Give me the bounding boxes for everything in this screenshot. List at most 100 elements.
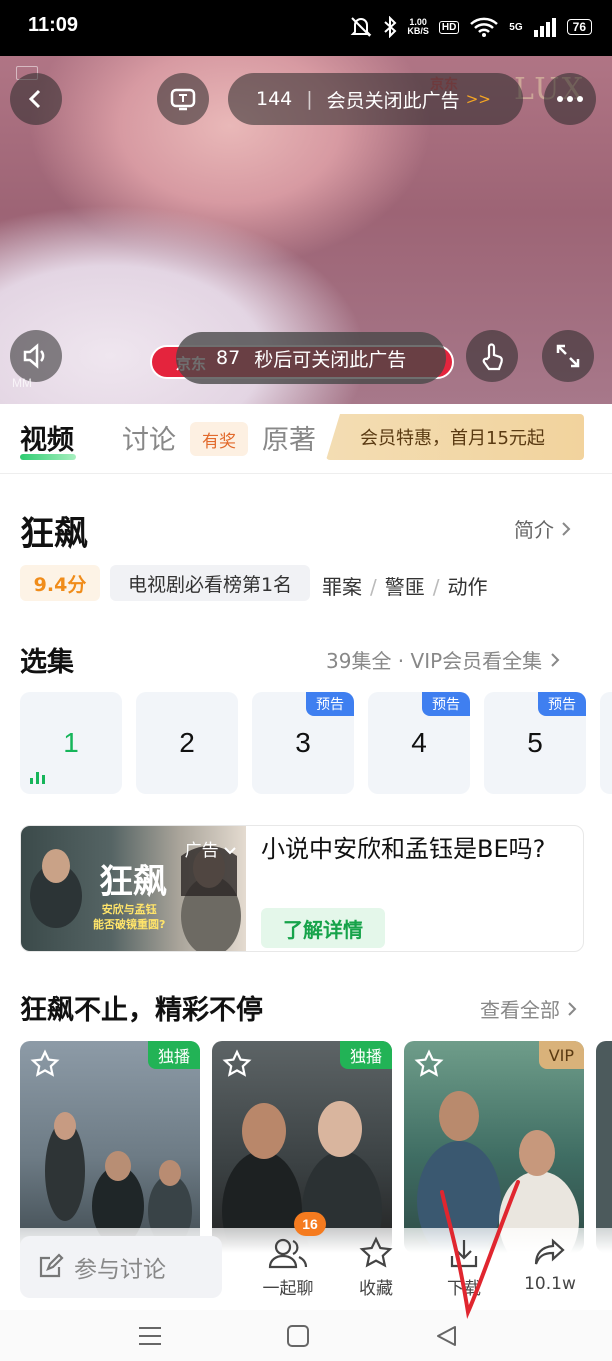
more-button[interactable] [544, 73, 596, 125]
chevron-right-icon [568, 1002, 577, 1016]
signal-icon [533, 18, 556, 37]
ad-close-pill[interactable]: 144 | 会员关闭此广告 >> [228, 73, 523, 125]
star-icon[interactable] [414, 1049, 444, 1079]
preview-badge: 预告 [306, 692, 354, 716]
wifi-icon [470, 17, 499, 37]
star-icon[interactable] [30, 1049, 60, 1079]
home-icon[interactable] [286, 1324, 310, 1348]
recommend-poster-1[interactable]: 独播 [20, 1041, 200, 1253]
content-tabs: 视频 讨论 有奖 原著 会员特惠，首月15元起 [0, 404, 612, 474]
learn-more-button[interactable]: 了解详情 [261, 908, 385, 948]
gesture-button[interactable] [466, 330, 518, 382]
genre-tag[interactable]: 罪案 [322, 575, 362, 599]
download-button[interactable]: 下载 [424, 1236, 504, 1299]
download-icon [450, 1240, 478, 1268]
episode-tile-2[interactable]: 2 [136, 692, 238, 794]
volume-button[interactable] [10, 330, 62, 382]
ad-close-arrows: >> [465, 90, 491, 108]
ad-poster-image: 狂飙 安欣与孟钰 能否破镜重圆? 广告 [21, 826, 246, 951]
cast-tv-button[interactable] [157, 73, 209, 125]
ad-countdown: 144 [256, 88, 293, 110]
status-icons: 1.00 KB/S HD 5G 76 [349, 16, 592, 38]
chat-label: 一起聊 [262, 1279, 314, 1299]
episodes-summary: 39集全 · VIP会员看全集 [326, 649, 543, 673]
status-time: 11:09 [28, 14, 79, 36]
exclusive-tag: 独播 [147, 1041, 200, 1069]
episode-number: 5 [527, 727, 543, 758]
divider: / [370, 575, 377, 599]
tab-original[interactable]: 原著 [262, 418, 316, 457]
episode-number: 4 [411, 727, 427, 758]
mute-icon [350, 17, 372, 37]
discussion-input[interactable]: 参与讨论 [20, 1236, 222, 1298]
intro-label: 简介 [514, 518, 554, 542]
chevron-down-icon [224, 847, 236, 855]
bottom-action-bar: 参与讨论 一起聊 16 收藏 下载 10.1w [0, 1212, 612, 1310]
ad-close-text: 会员关闭此广告 [326, 89, 460, 112]
preview-badge: 预告 [422, 692, 470, 716]
video-player[interactable]: 京东 LUX 144 | 会员关闭此广告 >> 京东 87 秒后可关闭此广告 M… [0, 56, 612, 404]
intro-link[interactable]: 简介 [514, 514, 572, 543]
preview-badge: 预告 [538, 692, 586, 716]
divider: | [306, 88, 313, 110]
ad-label[interactable]: 广告 [185, 836, 236, 861]
share-button[interactable]: 10.1w [510, 1236, 590, 1294]
exclusive-tag: 独播 [339, 1041, 392, 1069]
skip-text: 秒后可关闭此广告 [254, 348, 407, 371]
discussion-placeholder: 参与讨论 [74, 1257, 166, 1283]
rank-chip[interactable]: 电视剧必看榜第1名 [110, 565, 310, 601]
tap-hand-icon [482, 343, 503, 371]
vip-tag: VIP [538, 1041, 584, 1069]
episode-number: 1 [63, 727, 79, 758]
now-playing-icon [30, 772, 45, 784]
network-type: 5G [509, 21, 523, 33]
episode-tile-next[interactable] [600, 692, 612, 794]
episodes-all-link[interactable]: 39集全 · VIP会员看全集 [326, 645, 561, 674]
favorite-button[interactable]: 收藏 [336, 1236, 416, 1299]
bluetooth-icon [384, 16, 397, 38]
genre-tag[interactable]: 动作 [448, 575, 488, 599]
genre-tag[interactable]: 警匪 [385, 575, 425, 599]
episode-tile-5[interactable]: 预告 5 [484, 692, 586, 794]
episode-tile-1[interactable]: 1 [20, 692, 122, 794]
net-speed: 1.00 KB/S [407, 17, 429, 36]
edit-icon [39, 1253, 64, 1278]
genre-list: 罪案 / 警匪 / 动作 [322, 571, 488, 600]
mm-label: MM [12, 376, 32, 390]
back-button[interactable] [10, 73, 62, 125]
tab-video[interactable]: 视频 [20, 418, 74, 457]
tab-discussion[interactable]: 讨论 [122, 418, 176, 457]
tab-underline [20, 454, 76, 460]
ad-card[interactable]: 狂飙 安欣与孟钰 能否破镜重圆? 广告 小说中安欣和孟钰是BE吗? 了解详情 [20, 825, 584, 952]
menu-icon[interactable] [137, 1325, 163, 1347]
battery-indicator: 76 [566, 19, 592, 35]
see-all-label: 查看全部 [480, 998, 560, 1022]
score-chip: 9.4分 [20, 565, 100, 601]
episode-tile-4[interactable]: 预告 4 [368, 692, 470, 794]
ad-poster-title: 狂飙 [99, 862, 167, 902]
chevron-left-icon [28, 89, 41, 109]
episode-tile-3[interactable]: 预告 3 [252, 692, 354, 794]
chat-together-button[interactable]: 一起聊 [248, 1236, 328, 1299]
back-triangle-icon[interactable] [434, 1324, 458, 1348]
skip-seconds: 87 [216, 347, 241, 369]
recommend-poster-3[interactable]: VIP [404, 1041, 584, 1253]
hd-badge: HD [438, 20, 460, 34]
recommend-heading: 狂飙不止，精彩不停 [20, 995, 263, 1026]
system-nav-bar [0, 1310, 612, 1361]
expand-icon [556, 344, 580, 368]
star-icon[interactable] [222, 1049, 252, 1079]
fullscreen-button[interactable] [542, 330, 594, 382]
ad-poster-caption: 安欣与孟钰 能否破镜重圆? [93, 903, 166, 931]
chevron-right-icon [562, 522, 571, 536]
vip-promo-banner[interactable]: 会员特惠，首月15元起 [326, 414, 584, 460]
share-count: 10.1w [524, 1274, 576, 1294]
chat-count-badge: 16 [294, 1212, 326, 1236]
download-label: 下载 [447, 1279, 481, 1299]
more-dots-icon [557, 96, 583, 102]
recommend-poster-next[interactable] [596, 1041, 612, 1253]
group-chat-icon [268, 1238, 308, 1269]
divider: / [432, 575, 440, 599]
see-all-link[interactable]: 查看全部 [480, 994, 578, 1023]
show-title: 狂飙 [20, 514, 88, 554]
